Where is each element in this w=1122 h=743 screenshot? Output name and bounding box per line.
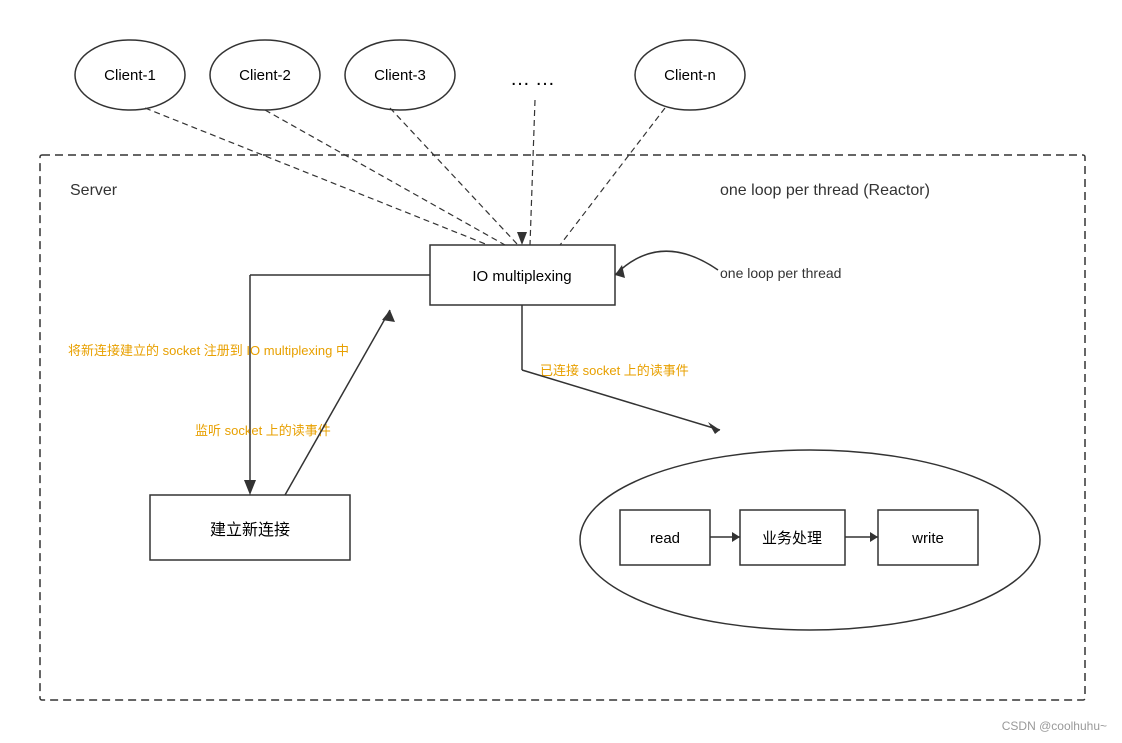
svg-text:Client-n: Client-n [664, 67, 716, 84]
watermark: CSDN @coolhuhu~ [1002, 719, 1107, 733]
svg-text:业务处理: 业务处理 [762, 530, 822, 547]
svg-text:Client-1: Client-1 [104, 67, 156, 84]
svg-text:Client-3: Client-3 [374, 67, 426, 84]
svg-text:read: read [650, 530, 680, 547]
svg-text:已连接 socket 上的读事件: 已连接 socket 上的读事件 [540, 363, 689, 378]
svg-text:one loop per thread: one loop per thread [720, 265, 841, 281]
svg-text:将新连接建立的 socket 注册到 IO multiple: 将新连接建立的 socket 注册到 IO multiplexing 中 [68, 343, 349, 358]
svg-text:Client-2: Client-2 [239, 67, 291, 84]
svg-text:Server: Server [70, 182, 118, 199]
main-diagram: Client-1 Client-2 Client-3 …… Client-n S… [0, 0, 1122, 743]
svg-text:建立新连接: 建立新连接 [210, 521, 290, 539]
svg-text:监听 socket 上的读事件: 监听 socket 上的读事件 [195, 423, 331, 438]
svg-text:one loop per thread (Reactor): one loop per thread (Reactor) [720, 182, 930, 199]
diagram-container: Client-1 Client-2 Client-3 …… Client-n S… [0, 0, 1122, 743]
svg-text:write: write [911, 530, 944, 547]
svg-text:IO multiplexing: IO multiplexing [472, 268, 571, 285]
svg-text:……: …… [510, 68, 560, 90]
